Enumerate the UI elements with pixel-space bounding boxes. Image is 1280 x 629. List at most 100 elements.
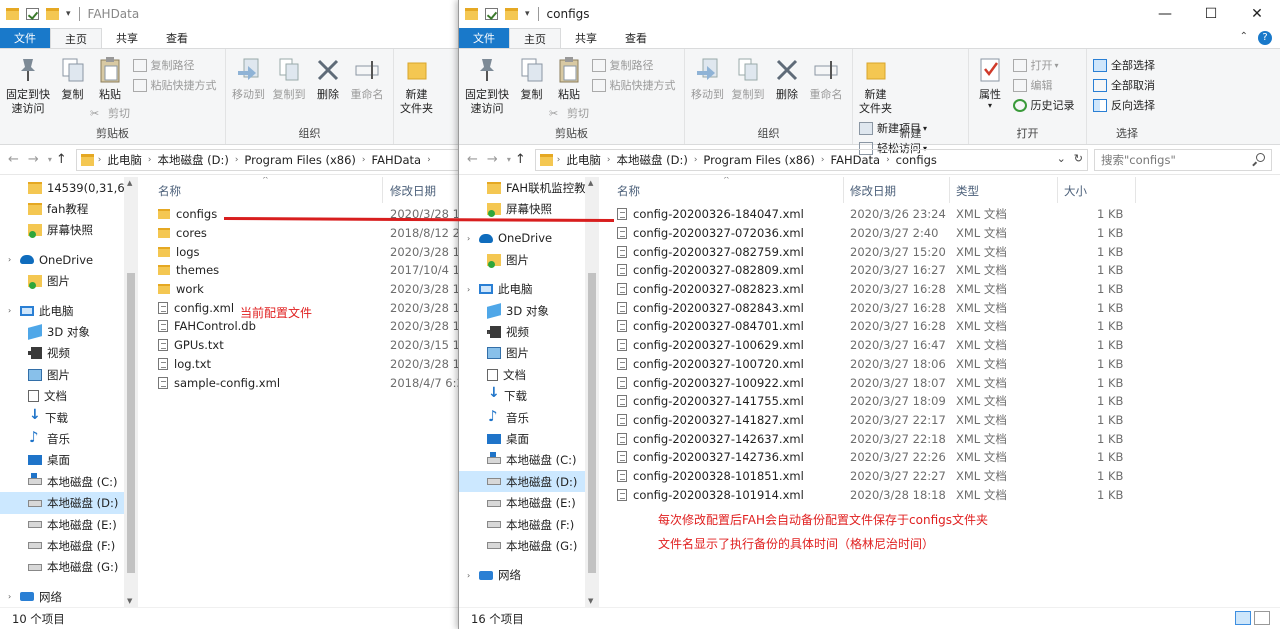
- file-row[interactable]: config-20200327-072036.xml 2020/3/27 2:40…: [599, 224, 1280, 243]
- file-row[interactable]: work 2020/3/28 18: [138, 280, 470, 299]
- quick-access-dropdown-icon[interactable]: ▾: [525, 9, 530, 19]
- new-folder-icon[interactable]: [46, 8, 59, 20]
- tab-share[interactable]: 共享: [102, 28, 152, 48]
- close-icon[interactable]: ✕: [1234, 0, 1280, 28]
- address-bar[interactable]: › 此电脑 › 本地磁盘 (D:) › Program Files (x86) › F…: [534, 148, 1088, 171]
- pin-quick-access-button[interactable]: 固定到快 速访问: [465, 53, 509, 116]
- move-to-button[interactable]: 移动到: [691, 53, 724, 102]
- nav-item[interactable]: FAH联机监控教: [459, 177, 599, 198]
- tab-home[interactable]: 主页: [50, 28, 102, 48]
- file-row[interactable]: config-20200328-101914.xml 2020/3/28 18:1…: [599, 485, 1280, 504]
- tab-file[interactable]: 文件: [459, 28, 509, 48]
- file-row[interactable]: config-20200327-082843.xml 2020/3/27 16:2…: [599, 298, 1280, 317]
- nav-item[interactable]: 文档: [459, 364, 599, 385]
- nav-item[interactable]: 本地磁盘 (G:): [459, 535, 599, 556]
- new-folder-button[interactable]: 新建 文件夹: [859, 53, 892, 116]
- column-header-date[interactable]: 修改日期: [850, 183, 896, 199]
- breadcrumb-fahdata[interactable]: FAHData: [372, 153, 422, 167]
- nav-item[interactable]: 下载: [459, 385, 599, 407]
- column-header-date[interactable]: 修改日期: [390, 183, 436, 199]
- maximize-icon[interactable]: ☐: [1188, 0, 1234, 28]
- nav-item[interactable]: 图片: [0, 364, 138, 385]
- nav-item[interactable]: 本地磁盘 (F:): [0, 535, 138, 556]
- nav-item[interactable]: 本地磁盘 (C:): [0, 471, 138, 492]
- file-row[interactable]: config-20200327-142736.xml 2020/3/27 22:2…: [599, 448, 1280, 467]
- recent-dropdown-icon[interactable]: ▾: [507, 155, 511, 164]
- file-row[interactable]: config-20200327-141827.xml 2020/3/27 22:1…: [599, 411, 1280, 430]
- file-row[interactable]: config-20200326-184047.xml 2020/3/26 23:2…: [599, 205, 1280, 224]
- nav-item[interactable]: 图片: [0, 271, 138, 292]
- nav-item[interactable]: 屏幕快照: [459, 198, 599, 219]
- nav-item[interactable]: 3D 对象: [459, 300, 599, 321]
- tab-file[interactable]: 文件: [0, 28, 50, 48]
- back-arrow-icon[interactable]: ←: [8, 152, 19, 167]
- nav-item[interactable]: 3D 对象: [0, 321, 138, 342]
- file-row[interactable]: config-20200327-142637.xml 2020/3/27 22:1…: [599, 429, 1280, 448]
- copy-path-button[interactable]: 复制路径: [132, 55, 217, 75]
- expand-chevron-icon[interactable]: ›: [467, 285, 470, 294]
- file-row[interactable]: logs 2020/3/28 18: [138, 242, 470, 261]
- minimize-icon[interactable]: —: [1142, 0, 1188, 28]
- address-dropdown-icon[interactable]: ⌄: [1057, 152, 1066, 165]
- open-button[interactable]: 打开 ▾: [1012, 55, 1075, 75]
- nav-item[interactable]: 桌面: [459, 428, 599, 449]
- nav-item[interactable]: 本地磁盘 (F:): [459, 514, 599, 535]
- breadcrumb-drive-d[interactable]: 本地磁盘 (D:): [157, 152, 228, 168]
- nav-item[interactable]: 文档: [0, 386, 138, 407]
- file-row[interactable]: config-20200327-100720.xml 2020/3/27 18:0…: [599, 355, 1280, 374]
- details-view-icon[interactable]: [1235, 611, 1251, 625]
- column-header-name[interactable]: 名称: [158, 183, 181, 199]
- collapse-ribbon-icon[interactable]: ⌃: [1240, 31, 1248, 45]
- address-bar[interactable]: › 此电脑 › 本地磁盘 (D:) › Program Files (x86) › F…: [75, 148, 470, 171]
- paste-shortcut-button[interactable]: 粘贴快捷方式: [132, 75, 217, 95]
- scroll-down-icon[interactable]: ▼: [588, 597, 593, 605]
- properties-check-icon[interactable]: [485, 8, 498, 20]
- nav-item[interactable]: › OneDrive: [0, 249, 138, 270]
- help-icon[interactable]: ?: [1258, 31, 1272, 45]
- file-row[interactable]: config-20200327-141755.xml 2020/3/27 18:0…: [599, 392, 1280, 411]
- nav-item[interactable]: 本地磁盘 (D:): [459, 471, 599, 493]
- paste-shortcut-button[interactable]: 粘贴快捷方式: [591, 75, 676, 95]
- nav-item[interactable]: › 此电脑: [0, 300, 138, 321]
- nav-item[interactable]: 视频: [0, 343, 138, 364]
- up-arrow-icon[interactable]: ↑: [515, 152, 526, 167]
- invert-selection-button[interactable]: 反向选择: [1093, 95, 1155, 115]
- nav-item[interactable]: 14539(0,31,6): [0, 177, 138, 198]
- move-to-button[interactable]: 移动到: [232, 53, 265, 102]
- nav-item[interactable]: 桌面: [0, 450, 138, 471]
- quick-access-dropdown-icon[interactable]: ▾: [66, 9, 71, 19]
- copy-button[interactable]: 复制: [58, 53, 88, 102]
- tab-view[interactable]: 查看: [152, 28, 202, 48]
- history-button[interactable]: 历史记录: [1012, 95, 1075, 115]
- nav-scrollbar[interactable]: ▲ ▼: [124, 177, 138, 607]
- properties-button[interactable]: 属性 ▾: [975, 53, 1005, 110]
- column-header-type[interactable]: 类型: [956, 183, 979, 199]
- expand-chevron-icon[interactable]: ›: [467, 234, 470, 243]
- delete-button[interactable]: 删除: [772, 53, 802, 102]
- pin-quick-access-button[interactable]: 固定到快 速访问: [6, 53, 50, 116]
- file-row[interactable]: config-20200327-082823.xml 2020/3/27 16:2…: [599, 280, 1280, 299]
- nav-item[interactable]: 图片: [459, 343, 599, 364]
- large-icons-view-icon[interactable]: [1254, 611, 1270, 625]
- search-input[interactable]: 搜索"configs": [1094, 148, 1272, 171]
- expand-chevron-icon[interactable]: ›: [467, 571, 470, 580]
- nav-scroll-thumb[interactable]: [127, 273, 135, 573]
- cut-button[interactable]: ✂ 剪切: [90, 103, 130, 123]
- nav-item[interactable]: 本地磁盘 (C:): [459, 450, 599, 471]
- breadcrumb-pc[interactable]: 此电脑: [566, 152, 601, 168]
- scroll-up-icon[interactable]: ▲: [588, 179, 593, 187]
- copy-to-button[interactable]: 复制到: [732, 53, 765, 102]
- properties-check-icon[interactable]: [26, 8, 39, 20]
- column-header-name[interactable]: 名称: [617, 183, 640, 199]
- refresh-icon[interactable]: ↻: [1074, 152, 1083, 165]
- file-row[interactable]: config-20200328-101851.xml 2020/3/27 22:2…: [599, 467, 1280, 486]
- nav-scroll-thumb[interactable]: [588, 273, 596, 573]
- nav-item[interactable]: 本地磁盘 (E:): [459, 492, 599, 513]
- breadcrumb-configs[interactable]: configs: [896, 153, 937, 167]
- nav-item[interactable]: 本地磁盘 (E:): [0, 514, 138, 535]
- nav-item[interactable]: 下载: [0, 407, 138, 428]
- nav-item[interactable]: 图片: [459, 249, 599, 270]
- breadcrumb-program-files[interactable]: Program Files (x86): [703, 153, 814, 167]
- file-row[interactable]: themes 2017/10/4 16: [138, 261, 470, 280]
- nav-item[interactable]: 视频: [459, 321, 599, 342]
